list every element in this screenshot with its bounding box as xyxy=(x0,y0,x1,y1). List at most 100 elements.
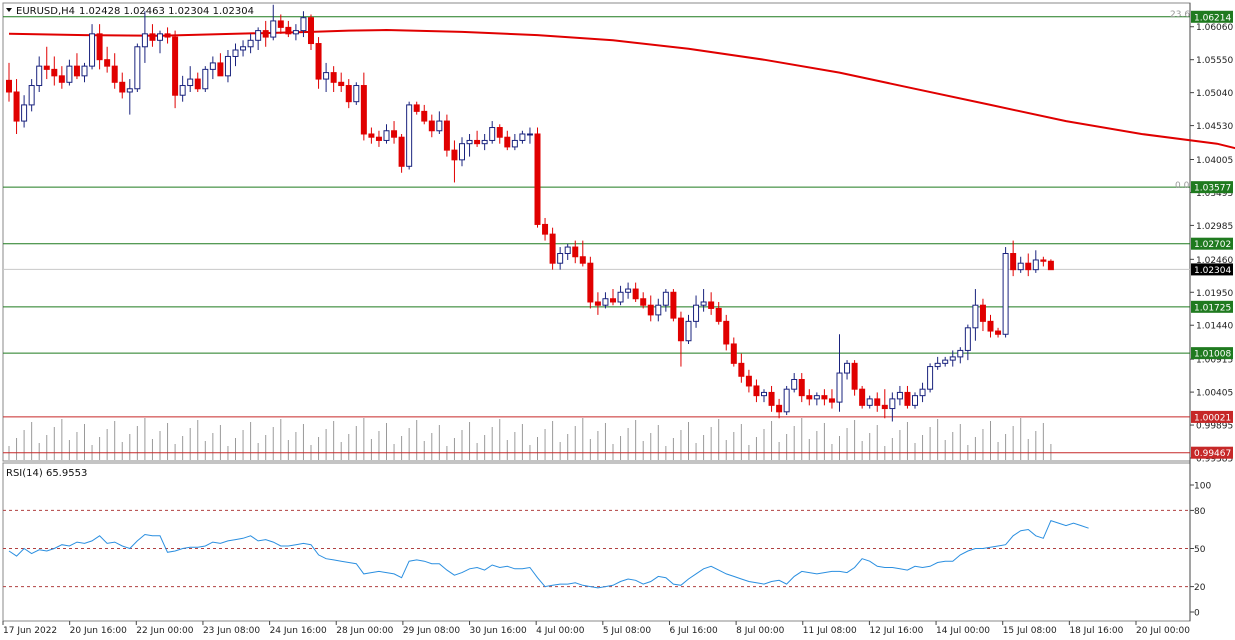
candle-body xyxy=(504,136,511,148)
candle-body xyxy=(111,65,118,83)
candle[interactable] xyxy=(549,227,556,270)
time-tick-label: 11 Jul 08:00 xyxy=(803,626,857,636)
candle[interactable] xyxy=(783,385,790,416)
candle-body xyxy=(43,65,50,70)
time-tick-label: 4 Jul 00:00 xyxy=(536,626,585,636)
time-tick-label: 18 Jul 16:00 xyxy=(1069,626,1123,636)
level-label: 1.02702 xyxy=(1194,240,1231,250)
candle[interactable] xyxy=(353,82,360,105)
candle-body xyxy=(806,395,813,400)
candle-body xyxy=(844,362,851,374)
candle-body xyxy=(640,298,647,306)
price-tick-label: 1.00405 xyxy=(1196,389,1233,399)
candle-body xyxy=(610,298,616,303)
candle[interactable] xyxy=(134,43,141,92)
level-label: 1.01008 xyxy=(1194,350,1231,360)
candle-body xyxy=(73,65,80,77)
candle-body xyxy=(1010,253,1017,271)
candle[interactable] xyxy=(1002,247,1009,338)
candle-body xyxy=(700,301,707,306)
candle-body xyxy=(300,17,307,32)
candle-body xyxy=(81,65,88,77)
candle[interactable] xyxy=(534,127,541,228)
price-tick-label: 1.01440 xyxy=(1196,322,1233,332)
rsi-label: RSI(14) 65.9553 xyxy=(6,468,87,479)
candle[interactable] xyxy=(406,101,413,170)
candle-body xyxy=(549,233,556,264)
level-label: 0.99467 xyxy=(1194,449,1231,459)
candle-body xyxy=(511,139,518,148)
candle-body xyxy=(1025,262,1032,271)
candle-body xyxy=(323,72,330,80)
candle-body xyxy=(368,133,375,138)
rsi-panel[interactable] xyxy=(2,462,1191,622)
candle-body xyxy=(149,33,156,41)
candle-body xyxy=(791,379,798,390)
candle-body xyxy=(466,139,473,145)
candle-body xyxy=(1032,259,1039,271)
candle-body xyxy=(353,85,360,103)
candle-body xyxy=(670,291,677,319)
candle-body xyxy=(474,139,481,145)
fib-marker-23: 23.6 xyxy=(1170,10,1190,20)
candle-body xyxy=(594,301,601,306)
candle-body xyxy=(927,366,934,390)
candle[interactable] xyxy=(587,256,594,309)
candle-body xyxy=(912,395,918,406)
candle[interactable] xyxy=(670,289,677,322)
candle-body xyxy=(292,30,299,35)
candle-body xyxy=(632,288,639,300)
time-tick-label: 14 Jul 00:00 xyxy=(936,626,990,636)
candle-body xyxy=(859,388,866,406)
candle-body xyxy=(655,304,662,316)
candle-body xyxy=(557,253,564,264)
rsi-tick-label: 0 xyxy=(1194,609,1200,619)
trading-chart[interactable]: 1.060601.055501.050401.045301.040051.034… xyxy=(0,0,1235,640)
candle-body xyxy=(360,85,367,135)
candle-body xyxy=(338,81,345,87)
candle-body xyxy=(217,62,224,77)
candle-body xyxy=(776,404,783,413)
candle-body xyxy=(723,320,730,345)
price-tick-label: 1.05040 xyxy=(1196,89,1233,99)
candle-body xyxy=(979,304,986,322)
candle[interactable] xyxy=(202,66,209,92)
price-tick-label: 1.04530 xyxy=(1196,122,1233,132)
price-tick-label: 1.05550 xyxy=(1196,56,1233,66)
time-tick-label: 23 Jun 08:00 xyxy=(203,626,260,636)
time-tick-label: 22 Jun 00:00 xyxy=(136,626,193,636)
candle-body xyxy=(987,320,994,332)
candle-body xyxy=(579,256,586,264)
price-panel[interactable] xyxy=(2,2,1191,462)
candle-body xyxy=(164,33,171,38)
candle-body xyxy=(194,78,201,90)
candle-body xyxy=(496,127,503,138)
candle-body xyxy=(308,17,314,45)
candle-body xyxy=(972,304,979,329)
candle-body xyxy=(919,388,926,397)
candle-body xyxy=(828,398,835,403)
candle-body xyxy=(270,20,277,38)
candle-body xyxy=(715,307,722,322)
rsi-tick-label: 50 xyxy=(1194,545,1206,555)
candle[interactable] xyxy=(1047,259,1054,271)
candle-body xyxy=(134,46,141,90)
candle-body xyxy=(277,20,284,28)
candle-body xyxy=(262,30,269,38)
candle-body xyxy=(957,349,964,358)
candle-body xyxy=(232,49,239,57)
symbol-label[interactable]: EURUSD,H4 xyxy=(16,6,75,17)
candle-body xyxy=(451,149,458,161)
candle-body xyxy=(406,104,413,167)
candle-body xyxy=(21,104,28,122)
candle[interactable] xyxy=(443,114,450,157)
candle-body xyxy=(934,362,941,368)
candle-body xyxy=(6,79,12,93)
candle-body xyxy=(708,301,715,309)
candle-body xyxy=(489,127,496,141)
candle-body xyxy=(761,391,767,397)
candle-body xyxy=(866,398,873,406)
candle[interactable] xyxy=(927,363,934,393)
candle[interactable] xyxy=(859,385,866,409)
ohlc-readout: 1.02428 1.02463 1.02304 1.02304 xyxy=(79,6,254,17)
